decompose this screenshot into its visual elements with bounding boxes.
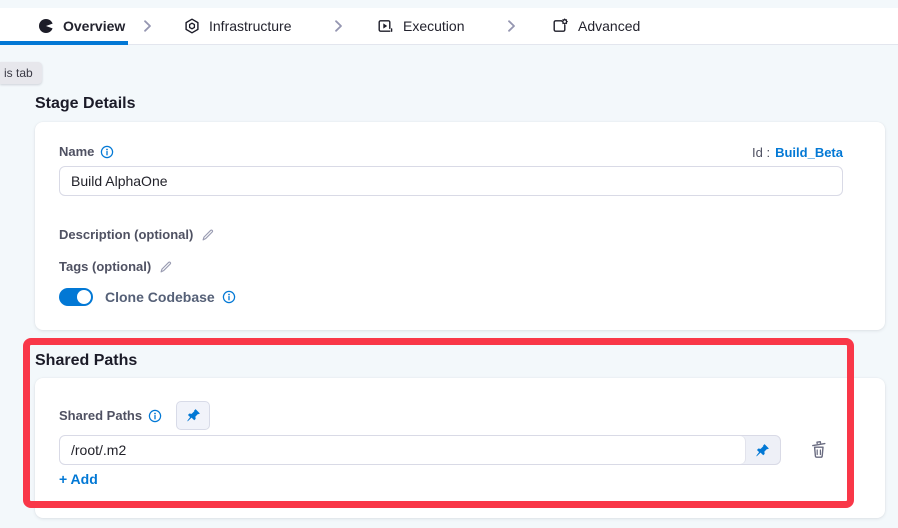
tab-advanced[interactable]: Advanced	[552, 8, 640, 44]
stage-name-input[interactable]	[59, 166, 843, 196]
execution-play-icon	[377, 18, 394, 34]
trash-icon	[809, 439, 829, 460]
tab-infrastructure-label: Infrastructure	[209, 18, 291, 34]
stage-configuration-screen: Overview Infrastructure	[0, 0, 898, 528]
pin-icon	[186, 408, 201, 423]
tags-label: Tags (optional)	[59, 259, 151, 274]
chevron-right-icon	[330, 18, 346, 34]
stage-details-card: Name Id : Build_Beta Description (option…	[35, 122, 885, 330]
shared-path-input[interactable]	[60, 436, 745, 464]
info-icon[interactable]	[222, 290, 236, 304]
edit-tags-pencil-icon[interactable]	[159, 260, 173, 274]
tooltip-text: is tab	[4, 66, 33, 80]
shared-paths-heading: Shared Paths	[35, 352, 137, 370]
clone-codebase-toggle[interactable]	[59, 288, 93, 306]
pin-icon	[755, 443, 770, 458]
chevron-right-icon	[139, 18, 155, 34]
advanced-gear-icon	[552, 18, 569, 34]
tab-overview[interactable]: Overview	[38, 8, 125, 44]
add-path-link[interactable]: + Add	[59, 471, 98, 487]
shared-paths-label: Shared Paths	[59, 408, 162, 423]
id-prefix: Id :	[752, 145, 770, 160]
toggle-knob	[77, 290, 91, 304]
stage-id-link[interactable]: Build_Beta	[775, 145, 843, 160]
tab-execution-label: Execution	[403, 18, 464, 34]
shared-path-input-group	[59, 435, 781, 465]
description-label: Description (optional)	[59, 227, 193, 242]
info-icon[interactable]	[100, 145, 114, 159]
active-tab-underline	[0, 41, 128, 45]
tab-advanced-label: Advanced	[578, 18, 640, 34]
info-icon[interactable]	[148, 409, 162, 423]
pin-field-button[interactable]	[176, 401, 210, 430]
stage-id: Id : Build_Beta	[752, 145, 843, 160]
delete-path-button[interactable]	[806, 436, 832, 462]
pin-input-button[interactable]	[745, 436, 780, 464]
name-label: Name	[59, 144, 114, 159]
tab-infrastructure[interactable]: Infrastructure	[184, 8, 291, 44]
infrastructure-hexagon-icon	[184, 18, 200, 34]
edit-description-pencil-icon[interactable]	[201, 228, 215, 242]
tooltip-fragment: is tab	[0, 62, 42, 84]
chevron-right-icon	[503, 18, 519, 34]
tab-execution[interactable]: Execution	[377, 8, 464, 44]
shared-paths-card: Shared Paths	[35, 378, 885, 518]
overview-pie-icon	[38, 18, 54, 34]
tab-overview-label: Overview	[63, 18, 125, 34]
stage-details-heading: Stage Details	[35, 95, 135, 113]
clone-codebase-label: Clone Codebase	[105, 289, 236, 305]
stage-tab-bar: Overview Infrastructure	[0, 8, 898, 45]
